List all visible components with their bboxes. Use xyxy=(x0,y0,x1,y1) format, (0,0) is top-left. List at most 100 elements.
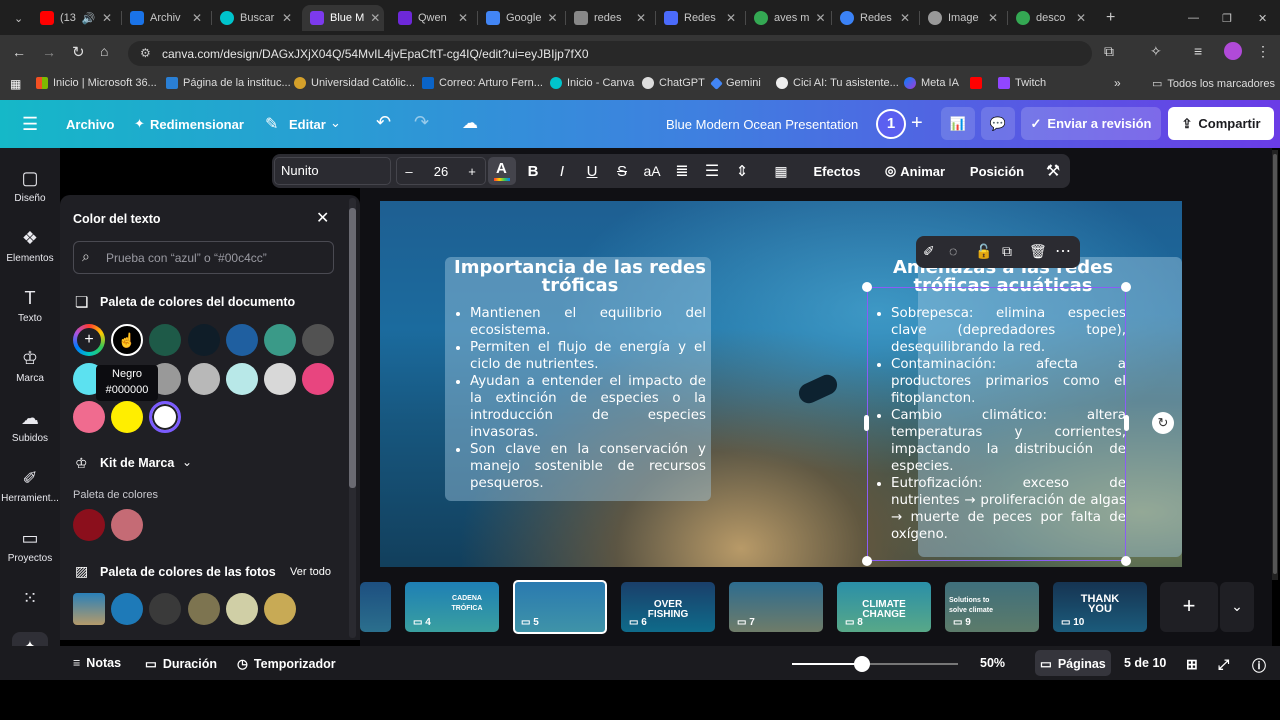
undo-icon[interactable]: ↶ xyxy=(376,112,391,133)
editar-menu[interactable]: Editar xyxy=(289,117,326,132)
close-icon[interactable]: ✕ xyxy=(900,11,910,25)
rail-design[interactable]: ▢ Diseño xyxy=(0,168,60,204)
bookmark-icon[interactable]: ✧ xyxy=(1150,43,1162,60)
close-icon[interactable]: ✕ xyxy=(192,11,202,25)
archivo-menu[interactable]: Archivo xyxy=(66,117,114,132)
extensions-icon[interactable]: ⧉ xyxy=(1104,43,1114,60)
new-tab-button[interactable]: + xyxy=(1098,5,1120,31)
reload-icon[interactable]: ↻ xyxy=(72,43,85,61)
swatch-photo-charcoal[interactable] xyxy=(149,593,181,625)
paint-format-icon[interactable]: ⚒ xyxy=(1042,154,1064,188)
redimensionar-button[interactable]: Redimensionar xyxy=(150,117,244,132)
side-handle[interactable] xyxy=(1124,415,1129,431)
tab-desco[interactable]: desco ✕ xyxy=(1008,5,1094,31)
rail-elements[interactable]: ❖ Elementos xyxy=(0,228,60,264)
effects-button[interactable]: Efectos xyxy=(812,154,862,188)
resize-handle[interactable] xyxy=(862,556,872,566)
bookmark-twitch[interactable]: Twitch xyxy=(998,77,1046,89)
rail-brand[interactable]: ♔ Marca xyxy=(0,348,60,384)
font-family-select[interactable]: Nunito xyxy=(274,157,391,185)
swatch-dark-green[interactable] xyxy=(149,324,181,356)
tab-aves[interactable]: aves m ✕ xyxy=(746,5,830,31)
workspace-scrollbar[interactable] xyxy=(1272,150,1278,580)
bookmark-microsoft[interactable]: Inicio | Microsoft 36... xyxy=(36,77,157,89)
rail-text[interactable]: T Texto xyxy=(0,288,60,324)
swatch-teal[interactable] xyxy=(264,324,296,356)
tab-image[interactable]: Image ✕ xyxy=(920,5,1006,31)
duration-button[interactable]: ▭ Duración xyxy=(145,656,217,672)
tab-youtube[interactable]: (13 🔊 ✕ xyxy=(32,5,120,31)
minimize-button[interactable]: — xyxy=(1180,5,1200,31)
bookmark-cici[interactable]: Cici AI: Tu asistente... xyxy=(776,77,899,89)
notes-button[interactable]: ≡ Notas xyxy=(73,656,121,670)
close-icon[interactable]: ✕ xyxy=(1076,11,1086,25)
transparency-icon[interactable]: ▦ xyxy=(770,154,792,188)
swatch-pink[interactable] xyxy=(302,363,334,395)
text-color-button[interactable]: A xyxy=(488,157,516,185)
rail-projects[interactable]: ▭ Proyectos xyxy=(0,528,60,564)
magic-edit-icon[interactable]: ✐ xyxy=(923,243,935,260)
fullscreen-icon[interactable]: ⤢ xyxy=(1218,656,1229,673)
collaborator-avatar[interactable]: 1 xyxy=(876,109,906,139)
brand-kit-title[interactable]: Kit de Marca xyxy=(100,456,174,470)
swatch-photo-olive[interactable] xyxy=(188,593,220,625)
animate-button[interactable]: ◎ Animar xyxy=(882,154,948,188)
bookmark-youtube[interactable] xyxy=(970,77,982,89)
close-icon[interactable]: ✕ xyxy=(547,11,557,25)
help-icon[interactable]: ⓘ xyxy=(1252,656,1266,676)
swatch-brand-red[interactable] xyxy=(73,509,105,541)
comment-button[interactable]: 💬 xyxy=(981,107,1015,140)
profile-avatar[interactable] xyxy=(1224,42,1242,60)
timer-button[interactable]: ◷ Temporizador xyxy=(237,656,336,672)
close-icon[interactable]: ✕ xyxy=(726,11,736,25)
add-collaborator-icon[interactable]: + xyxy=(911,112,923,135)
swatch-light-cyan[interactable] xyxy=(226,363,258,395)
zoom-slider[interactable] xyxy=(792,656,958,672)
rail-tools[interactable]: ✐ Herramient... xyxy=(0,468,60,504)
duplicate-icon[interactable]: ⧉ xyxy=(1002,243,1012,260)
align-justify-icon[interactable]: ≣ xyxy=(671,154,693,188)
share-button[interactable]: ⇪ Compartir xyxy=(1168,107,1274,140)
swatch-navy[interactable] xyxy=(188,324,220,356)
strikethrough-button[interactable]: S xyxy=(611,154,633,188)
page-thumb-3[interactable] xyxy=(360,582,391,632)
close-window-button[interactable]: ✕ xyxy=(1250,5,1270,31)
rail-apps[interactable]: ⁙ xyxy=(0,588,60,613)
bookmark-universidad[interactable]: Universidad Católic... xyxy=(294,77,415,89)
font-size-input[interactable]: 26 xyxy=(422,154,460,188)
back-icon[interactable]: ← xyxy=(12,44,26,60)
text-case-button[interactable]: aA xyxy=(640,154,664,188)
tab-search-dropdown[interactable]: ⌄ xyxy=(6,5,28,31)
bookmark-canva[interactable]: Inicio - Canva xyxy=(550,77,634,89)
left-bullets[interactable]: Mantienen el equilibrio del ecosistema. … xyxy=(456,305,706,492)
add-color-button[interactable]: + xyxy=(73,324,105,356)
cloud-saved-icon[interactable]: ☁ xyxy=(462,113,478,133)
close-icon[interactable]: ✕ xyxy=(458,11,468,25)
more-bookmarks-icon[interactable]: » xyxy=(1114,76,1121,90)
close-icon[interactable]: ✕ xyxy=(102,11,112,25)
lock-icon[interactable]: 🔓 xyxy=(975,243,992,260)
trash-icon[interactable]: 🗑 xyxy=(1029,243,1047,260)
left-title[interactable]: Importancia de las redes tróficas xyxy=(452,259,708,295)
rotate-handle[interactable]: ↻ xyxy=(1152,412,1174,434)
site-info-icon[interactable]: ⚙ xyxy=(140,46,151,60)
position-button[interactable]: Posición xyxy=(968,154,1026,188)
tab-qwen[interactable]: Qwen ✕ xyxy=(390,5,476,31)
color-search-input[interactable]: ⌕ Prueba con “azul” o “#00c4cc” xyxy=(73,241,334,274)
comment-add-icon[interactable]: ◌ xyxy=(949,243,957,259)
media-icon[interactable]: ≡ xyxy=(1194,43,1202,59)
menu-icon[interactable]: ⋮ xyxy=(1256,43,1270,60)
tab-redes-2[interactable]: Redes ✕ xyxy=(656,5,744,31)
redo-icon[interactable]: ↷ xyxy=(414,112,429,133)
tab-archivo[interactable]: Archiv ✕ xyxy=(122,5,210,31)
close-icon[interactable]: ✕ xyxy=(370,11,380,25)
add-page-button[interactable]: + xyxy=(1160,582,1218,632)
forward-icon[interactable]: → xyxy=(42,44,56,60)
bookmark-meta[interactable]: Meta IA xyxy=(904,77,959,89)
tab-blue-modern[interactable]: Blue M ✕ xyxy=(302,5,384,31)
swatch-photo-gold[interactable] xyxy=(264,593,296,625)
resize-handle[interactable] xyxy=(1121,556,1131,566)
send-review-button[interactable]: ✓ Enviar a revisión xyxy=(1021,107,1161,140)
decrease-size-button[interactable]: – xyxy=(398,154,420,188)
apps-icon[interactable]: ▦ xyxy=(10,77,21,91)
